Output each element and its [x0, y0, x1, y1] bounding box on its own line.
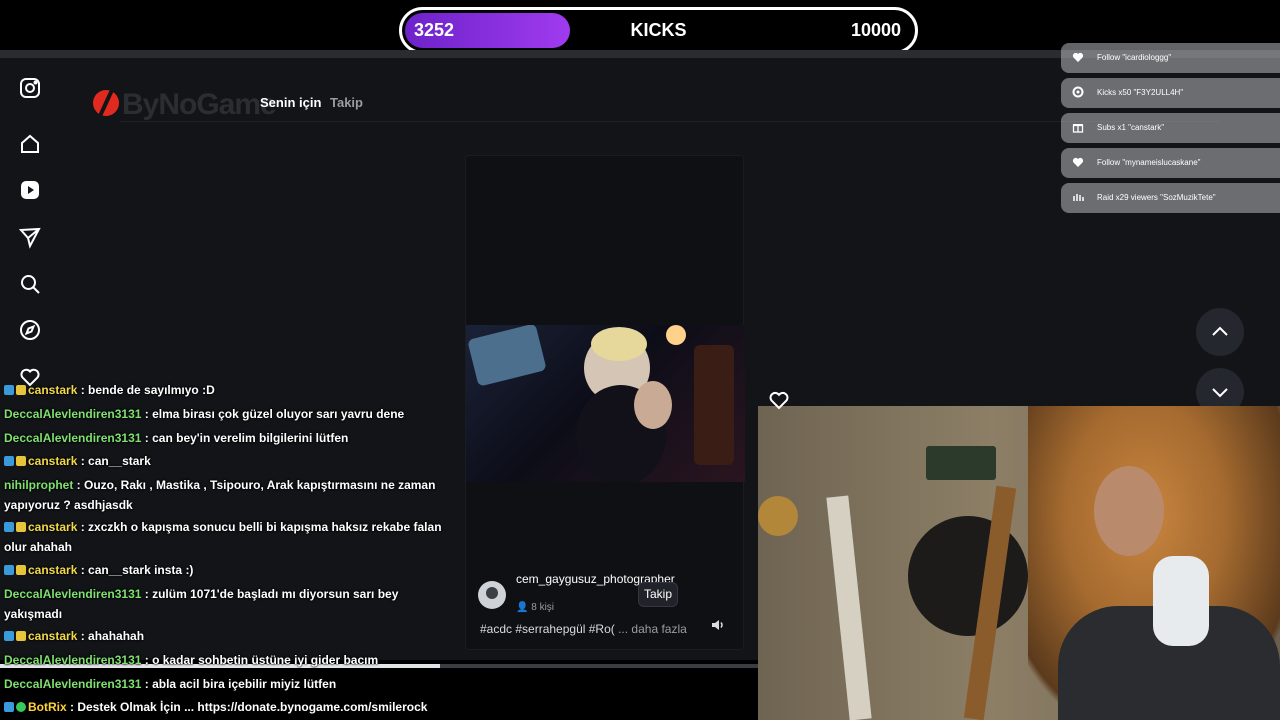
followers-count: 8 kişi [531, 602, 555, 613]
chat-username: canstark [28, 520, 78, 534]
kicks-label: KICKS [630, 20, 687, 40]
chat-message: canstark : ahahahah [4, 626, 444, 646]
chat-username: DeccalAlevlendiren3131 [4, 587, 142, 601]
chat-username: BotRix [28, 700, 67, 714]
volume-icon[interactable] [710, 617, 726, 633]
video-caption: #acdc #serrahepgül #Ro( ... daha fazla [480, 622, 687, 636]
compass-icon[interactable] [18, 318, 42, 342]
heart-icon [1072, 157, 1084, 167]
heart-icon [1072, 52, 1084, 62]
creator-name[interactable]: cem_gaygusuz_photographer [516, 572, 675, 587]
logo-mark-icon [93, 89, 119, 117]
chat-message: canstark : can__stark insta :) [4, 560, 444, 580]
chat-username: canstark [28, 629, 78, 643]
chat-message: DeccalAlevlendiren3131 : elma birası çok… [4, 404, 444, 424]
chat-text: : ahahahah [80, 629, 145, 643]
previous-video-button[interactable] [1196, 308, 1244, 356]
chat-username: DeccalAlevlendiren3131 [4, 431, 142, 445]
home-icon[interactable] [18, 132, 42, 156]
chat-message: canstark : can__stark [4, 451, 444, 471]
logo-text: ByNoGame [122, 88, 277, 121]
alert-kicks: Kicks x50 "F3Y2ULL4H" [1061, 78, 1280, 108]
kick-icon [1072, 86, 1084, 98]
caption-more-link[interactable]: ... daha fazla [618, 622, 687, 636]
chat-message: BotRix : Destek Olmak İçin ... https://d… [4, 697, 444, 717]
chat-text: : abla acil bira içebilir miyiz lütfen [144, 677, 337, 691]
chat-text: : can__stark insta :) [80, 563, 194, 577]
chevron-down-icon [1212, 388, 1228, 398]
chevron-up-icon [1212, 326, 1228, 336]
chat-text: : bende de sayılmıyo :D [80, 383, 215, 397]
chat-message: nihilprophet : Ouzo, Rakı , Mastika , Ts… [4, 475, 444, 515]
follow-button[interactable]: Takip [638, 582, 678, 607]
alert-text: Subs x1 "canstark" [1097, 123, 1165, 132]
creator-followers: 👤 8 kişi [516, 602, 554, 613]
like-heart-icon[interactable] [768, 389, 790, 411]
webcam-feed [758, 406, 1280, 720]
chat-username: DeccalAlevlendiren3131 [4, 653, 142, 667]
chat-username: canstark [28, 563, 78, 577]
chat-message: DeccalAlevlendiren3131 : abla acil bira … [4, 674, 444, 694]
chat-overlay: canstark : bende de sayılmıyo :D DeccalA… [0, 380, 445, 720]
instagram-icon[interactable] [18, 76, 42, 100]
kicks-goal-count: 10000 [850, 20, 901, 40]
chat-message: DeccalAlevlendiren3131 : zulüm 1071'de b… [4, 584, 444, 624]
chat-message: canstark : bende de sayılmıyo :D [4, 380, 444, 400]
alert-text: Follow "mynameislucaskane" [1097, 158, 1201, 167]
alert-raid: Raid x29 viewers "SozMuzikTete" [1061, 183, 1280, 213]
chat-text: : can__stark [80, 454, 151, 468]
alert-text: Follow "icardiologgg" [1097, 53, 1172, 62]
chat-message: DeccalAlevlendiren3131 : can bey'in vere… [4, 428, 444, 448]
chat-text: : Destek Olmak İçin ... https://donate.b… [70, 700, 428, 714]
creator-avatar[interactable] [478, 581, 506, 609]
alert-text: Kicks x50 "F3Y2ULL4H" [1097, 88, 1184, 97]
chat-username: canstark [28, 454, 78, 468]
chat-username: canstark [28, 383, 78, 397]
chat-text: : o kadar sohbetin üstüne iyi gider bacı… [144, 653, 379, 667]
send-icon[interactable] [18, 225, 42, 249]
caption-text: #acdc #serrahepgül #Ro( [480, 622, 615, 636]
play-icon[interactable] [18, 178, 42, 202]
alert-text: Raid x29 viewers "SozMuzikTete" [1097, 193, 1216, 202]
raid-icon [1073, 194, 1084, 201]
video-player[interactable] [466, 325, 745, 482]
chat-username: DeccalAlevlendiren3131 [4, 677, 142, 691]
alert-subs: Subs x1 "canstark" [1061, 113, 1280, 143]
bynogame-logo[interactable]: ByNoGame [92, 86, 282, 121]
gift-icon [1072, 124, 1084, 133]
chat-text: : can bey'in verelim bilgilerini lütfen [144, 431, 349, 445]
alert-follow: Follow "icardiologgg" [1061, 43, 1280, 73]
header-divider [120, 121, 1220, 122]
search-icon[interactable] [18, 272, 42, 296]
tab-for-you[interactable]: Senin için [260, 95, 321, 110]
kicks-goal-bar: 3252 KICKS 10000 [399, 7, 918, 54]
chat-message: canstark : zxczkh o kapışma sonucu belli… [4, 517, 444, 557]
chat-text: : elma birası çok güzel oluyor sarı yavr… [144, 407, 405, 421]
alert-follow: Follow "mynameislucaskane" [1061, 148, 1280, 178]
chat-username: nihilprophet [4, 478, 74, 492]
chat-username: DeccalAlevlendiren3131 [4, 407, 142, 421]
chat-message: DeccalAlevlendiren3131 : o kadar sohbeti… [4, 650, 444, 670]
tab-following[interactable]: Takip [330, 95, 363, 110]
user-icon: 👤 [516, 602, 529, 613]
